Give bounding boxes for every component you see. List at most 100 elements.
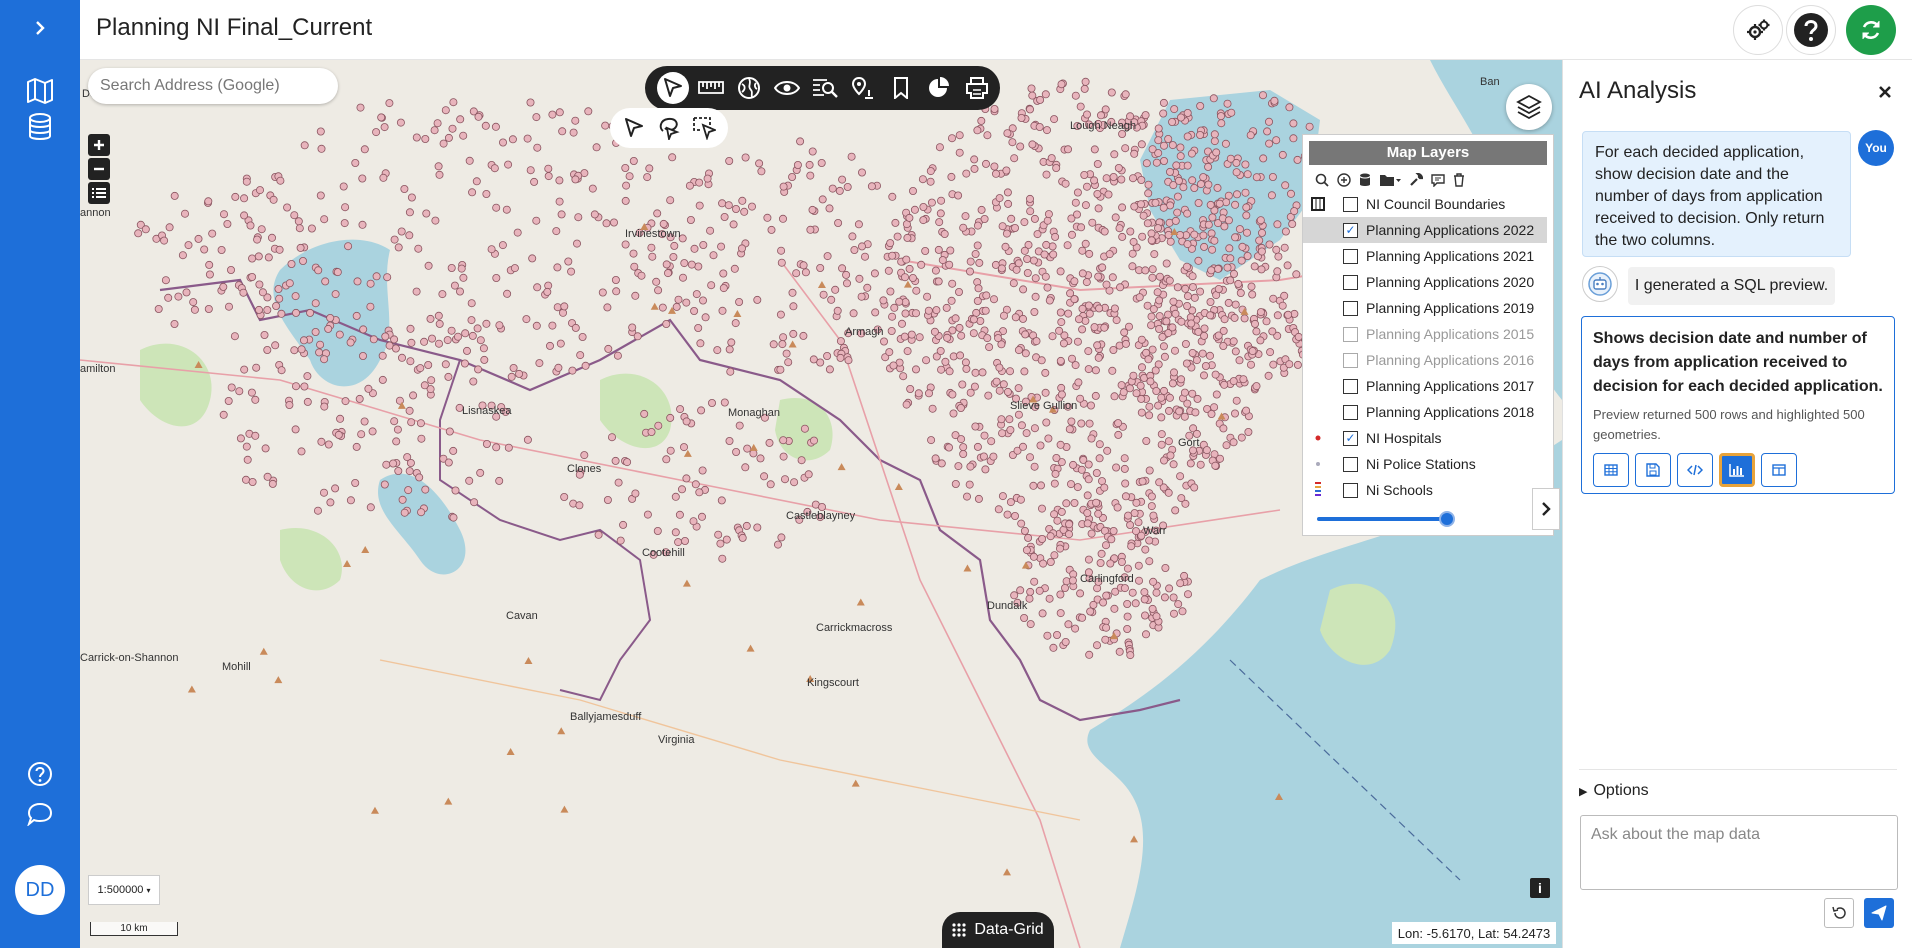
planning-application-marker[interactable] [931,454,940,463]
planning-application-marker[interactable] [543,287,552,296]
planning-application-marker[interactable] [924,306,933,315]
planning-application-marker[interactable] [453,332,462,341]
planning-application-marker[interactable] [366,279,375,288]
planning-application-marker[interactable] [324,440,333,449]
layer-checkbox[interactable] [1343,248,1358,264]
planning-application-marker[interactable] [1126,651,1135,660]
planning-application-marker[interactable] [1026,453,1035,462]
planning-application-marker[interactable] [383,273,392,282]
planning-application-marker[interactable] [275,245,284,254]
planning-application-marker[interactable] [992,377,1001,386]
planning-application-marker[interactable] [1147,229,1156,238]
planning-application-marker[interactable] [886,287,895,296]
expand-sidebar-button[interactable] [0,16,80,40]
planning-application-marker[interactable] [326,498,335,507]
planning-application-marker[interactable] [1141,266,1150,275]
planning-application-marker[interactable] [699,240,708,249]
planning-application-marker[interactable] [1214,284,1223,293]
planning-application-marker[interactable] [498,241,507,250]
planning-application-marker[interactable] [161,276,170,285]
planning-application-marker[interactable] [1220,380,1229,389]
planning-application-marker[interactable] [781,475,790,484]
planning-application-marker[interactable] [200,245,209,254]
planning-application-marker[interactable] [513,228,522,237]
planning-application-marker[interactable] [1022,546,1031,555]
planning-application-marker[interactable] [1020,614,1029,623]
planning-application-marker[interactable] [1097,549,1106,558]
planning-application-marker[interactable] [725,345,734,354]
planning-application-marker[interactable] [1162,259,1171,268]
planning-application-marker[interactable] [1256,216,1265,225]
planning-application-marker[interactable] [1006,367,1015,376]
planning-application-marker[interactable] [1077,419,1086,428]
planning-application-marker[interactable] [1166,451,1175,460]
planning-application-marker[interactable] [378,351,387,360]
layer-row[interactable]: Planning Applications 2018 [1303,399,1553,425]
planning-application-marker[interactable] [1137,408,1146,417]
planning-application-marker[interactable] [1071,198,1080,207]
planning-application-marker[interactable] [694,323,703,332]
planning-application-marker[interactable] [956,351,965,360]
planning-application-marker[interactable] [977,116,986,125]
planning-application-marker[interactable] [1171,309,1180,318]
planning-application-marker[interactable] [473,324,482,333]
planning-application-marker[interactable] [906,384,915,393]
planning-application-marker[interactable] [928,404,937,413]
planning-application-marker[interactable] [1078,304,1087,313]
planning-application-marker[interactable] [465,156,474,165]
planning-application-marker[interactable] [732,447,741,456]
planning-application-marker[interactable] [268,479,277,488]
planning-application-marker[interactable] [1089,600,1098,609]
planning-application-marker[interactable] [1086,607,1095,616]
planning-application-marker[interactable] [1065,520,1074,529]
planning-application-marker[interactable] [720,212,729,221]
planning-application-marker[interactable] [377,113,386,122]
planning-application-marker[interactable] [1213,183,1222,192]
planning-application-marker[interactable] [1202,446,1211,455]
planning-application-marker[interactable] [645,164,654,173]
planning-application-marker[interactable] [598,288,607,297]
planning-application-marker[interactable] [400,185,409,194]
planning-application-marker[interactable] [990,105,999,114]
planning-application-marker[interactable] [254,305,263,314]
planning-application-marker[interactable] [1290,207,1299,216]
planning-application-marker[interactable] [1056,609,1065,618]
planning-application-marker[interactable] [719,284,728,293]
bookmark-tool-button[interactable] [885,72,917,104]
planning-application-marker[interactable] [1030,462,1039,471]
planning-application-marker[interactable] [1028,140,1037,149]
planning-application-marker[interactable] [476,336,485,345]
planning-application-marker[interactable] [777,246,786,255]
planning-application-marker[interactable] [1151,198,1160,207]
planning-application-marker[interactable] [474,365,483,374]
planning-application-marker[interactable] [1083,508,1092,517]
planning-application-marker[interactable] [1151,366,1160,375]
planning-application-marker[interactable] [569,128,578,137]
planning-application-marker[interactable] [805,160,814,169]
planning-application-marker[interactable] [902,400,911,409]
planning-application-marker[interactable] [1038,504,1047,513]
planning-application-marker[interactable] [1056,308,1065,317]
planning-application-marker[interactable] [983,131,992,140]
planning-application-marker[interactable] [1017,519,1026,528]
planning-application-marker[interactable] [1183,399,1192,408]
planning-application-marker[interactable] [1170,105,1179,114]
planning-application-marker[interactable] [895,297,904,306]
planning-application-marker[interactable] [445,427,454,436]
planning-application-marker[interactable] [567,267,576,276]
planning-application-marker[interactable] [1017,114,1026,123]
planning-application-marker[interactable] [530,177,539,186]
planning-application-marker[interactable] [532,216,541,225]
planning-application-marker[interactable] [1128,249,1137,258]
planning-application-marker[interactable] [1082,278,1091,287]
planning-application-marker[interactable] [613,351,622,360]
planning-application-marker[interactable] [1142,159,1151,168]
planning-application-marker[interactable] [1128,262,1137,271]
planning-application-marker[interactable] [1070,498,1079,507]
planning-application-marker[interactable] [631,291,640,300]
planning-application-marker[interactable] [204,304,213,313]
planning-application-marker[interactable] [926,167,935,176]
planning-application-marker[interactable] [937,365,946,374]
planning-application-marker[interactable] [629,157,638,166]
planning-application-marker[interactable] [235,387,244,396]
